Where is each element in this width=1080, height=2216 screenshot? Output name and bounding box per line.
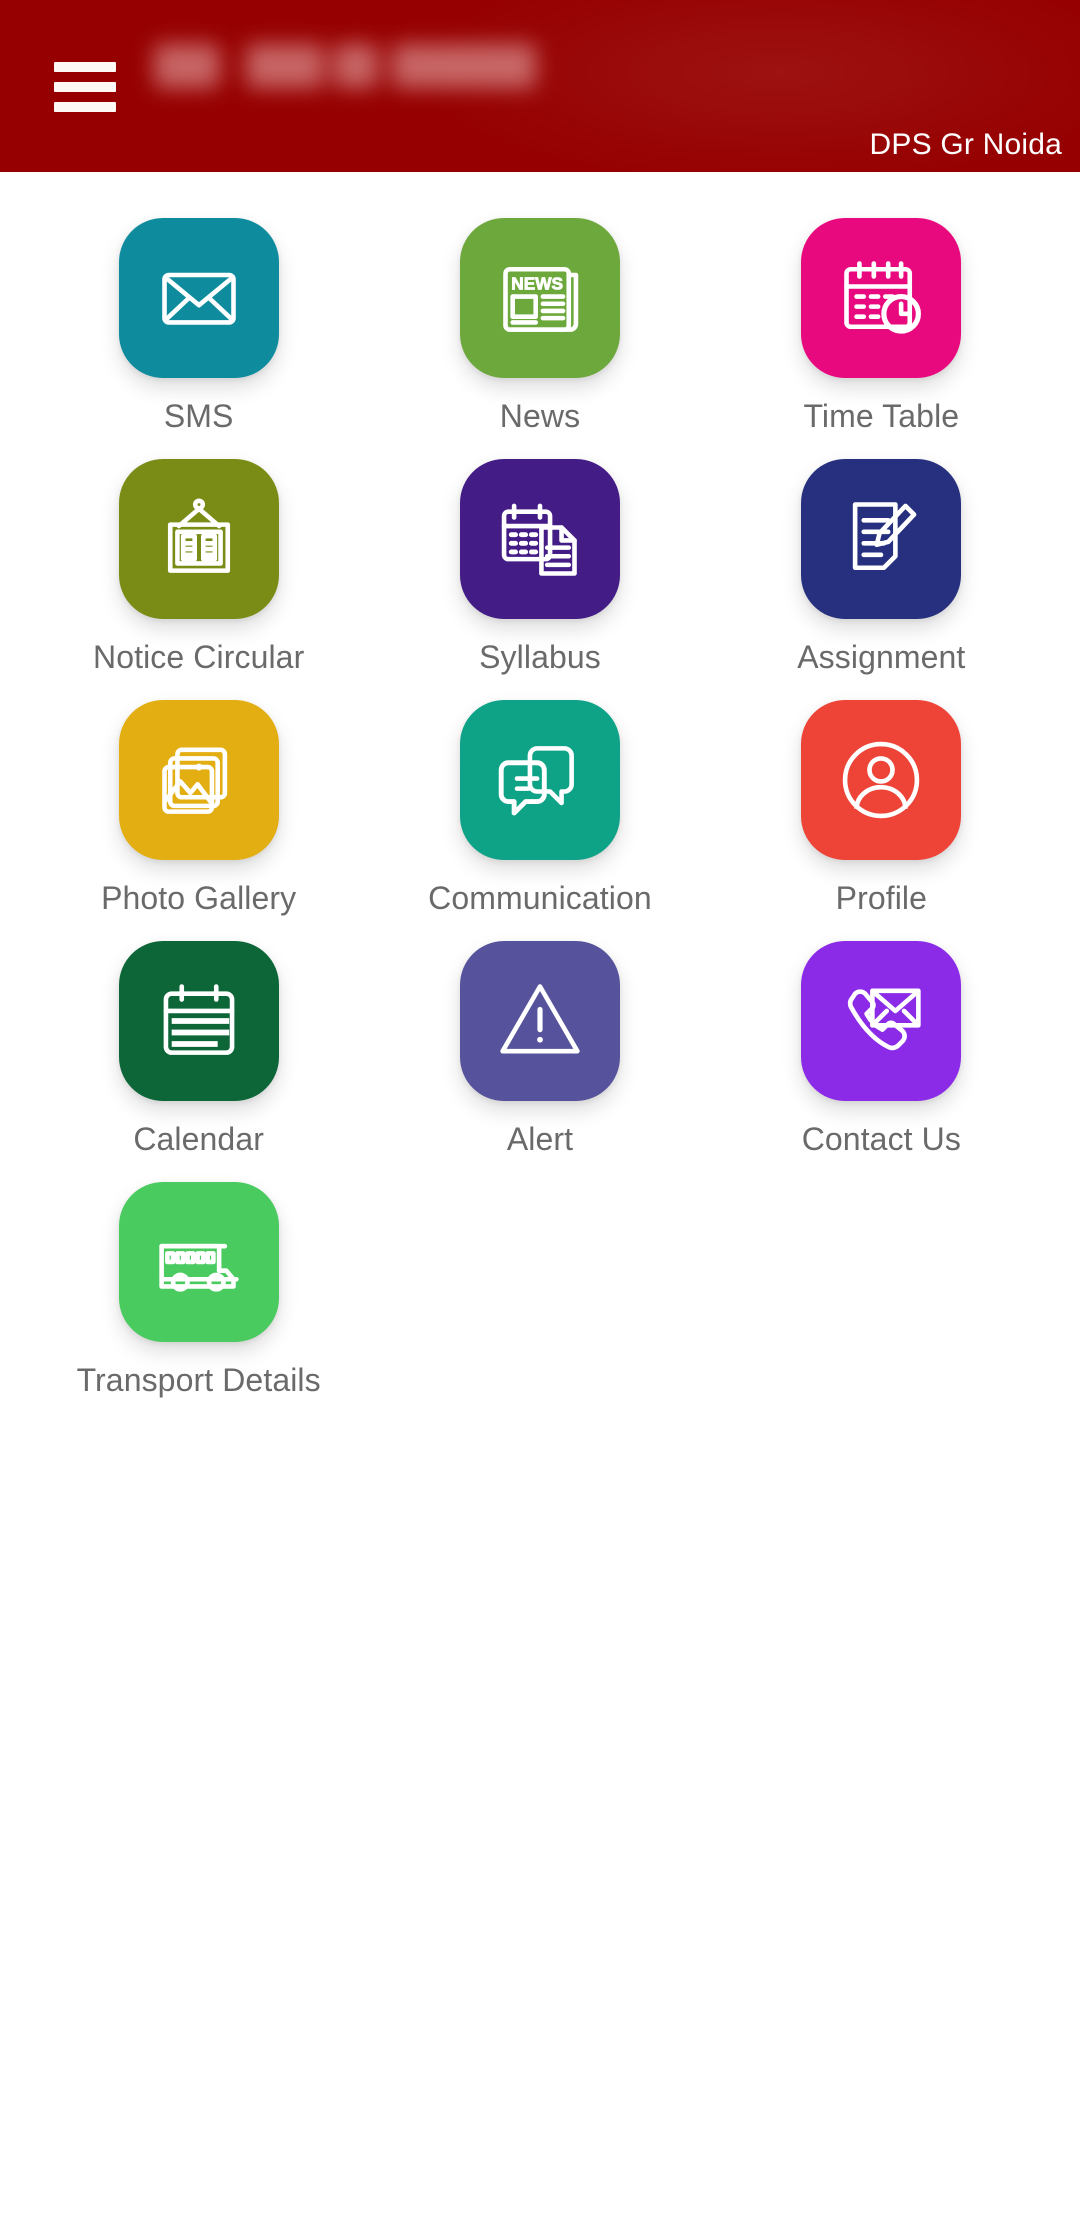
redacted-title [148, 38, 638, 100]
grid-tile-assignment[interactable]: Assignment [711, 459, 1052, 700]
hamburger-menu-icon[interactable] [54, 62, 116, 112]
envelope-icon[interactable] [118, 218, 279, 378]
grid-tile-label: Assignment [797, 639, 966, 675]
grid-tile-contact-us[interactable]: Contact Us [711, 941, 1052, 1182]
grid-tile-label: Calendar [133, 1121, 264, 1157]
app-root: DPS Gr Noida SMS NEWS News Time Table No… [0, 0, 1080, 2216]
grid-tile-notice-circular[interactable]: Notice Circular [28, 459, 369, 700]
grid-tile-label: News [499, 398, 581, 434]
hamburger-bar-1 [54, 62, 116, 72]
phone-envelope-icon[interactable] [801, 941, 962, 1101]
grid-tile-label: Notice Circular [93, 639, 305, 675]
hamburger-bar-2 [54, 82, 116, 92]
grid-tile-label: Contact Us [801, 1121, 961, 1157]
grid-tile-label: Transport Details [76, 1362, 321, 1398]
grid-tile-profile[interactable]: Profile [711, 700, 1052, 941]
grid-tile-label: Profile [835, 880, 928, 916]
app-shortcut-grid: SMS NEWS News Time Table Notice Circular [0, 172, 1080, 2216]
newspaper-icon[interactable]: NEWS [459, 218, 620, 378]
grid-tile-label: Communication [428, 880, 652, 916]
grid-tile-label: SMS [163, 398, 234, 434]
grid-tile-label: Alert [506, 1121, 574, 1157]
grid-tile-alert[interactable]: Alert [369, 941, 710, 1182]
app-header: DPS Gr Noida [0, 0, 1080, 172]
grid-tile-time-table[interactable]: Time Table [711, 218, 1052, 459]
redacted-block-3 [334, 44, 378, 88]
grid-tile-sms[interactable]: SMS [28, 218, 369, 459]
grid-tile-transport-details[interactable]: Transport Details [28, 1182, 369, 1423]
calendar-icon[interactable] [118, 941, 279, 1101]
calendar-clock-icon[interactable] [801, 218, 962, 378]
grid-tile-label: Syllabus [479, 639, 601, 675]
redacted-block-2 [246, 44, 324, 88]
hamburger-bar-3 [54, 102, 116, 112]
grid-tile-label: Photo Gallery [101, 880, 297, 916]
grid-tile-communication[interactable]: Communication [369, 700, 710, 941]
document-pencil-icon[interactable] [801, 459, 962, 619]
school-name-label: DPS Gr Noida [869, 128, 1062, 161]
photo-stack-icon[interactable] [118, 700, 279, 860]
user-circle-icon[interactable] [801, 700, 962, 860]
chat-bubbles-icon[interactable] [459, 700, 620, 860]
calendar-document-icon[interactable] [459, 459, 620, 619]
grid-tile-label: Time Table [803, 398, 960, 434]
redacted-block-1 [154, 44, 220, 88]
redacted-block-4 [392, 44, 536, 88]
grid-tile-photo-gallery[interactable]: Photo Gallery [28, 700, 369, 941]
grid-tile-syllabus[interactable]: Syllabus [369, 459, 710, 700]
grid-tile-calendar[interactable]: Calendar [28, 941, 369, 1182]
warning-triangle-icon[interactable] [459, 941, 620, 1101]
grid-tile-news[interactable]: NEWS News [369, 218, 710, 459]
svg-text:NEWS: NEWS [511, 273, 563, 293]
school-bus-icon[interactable] [118, 1182, 279, 1342]
notice-board-icon[interactable] [118, 459, 279, 619]
